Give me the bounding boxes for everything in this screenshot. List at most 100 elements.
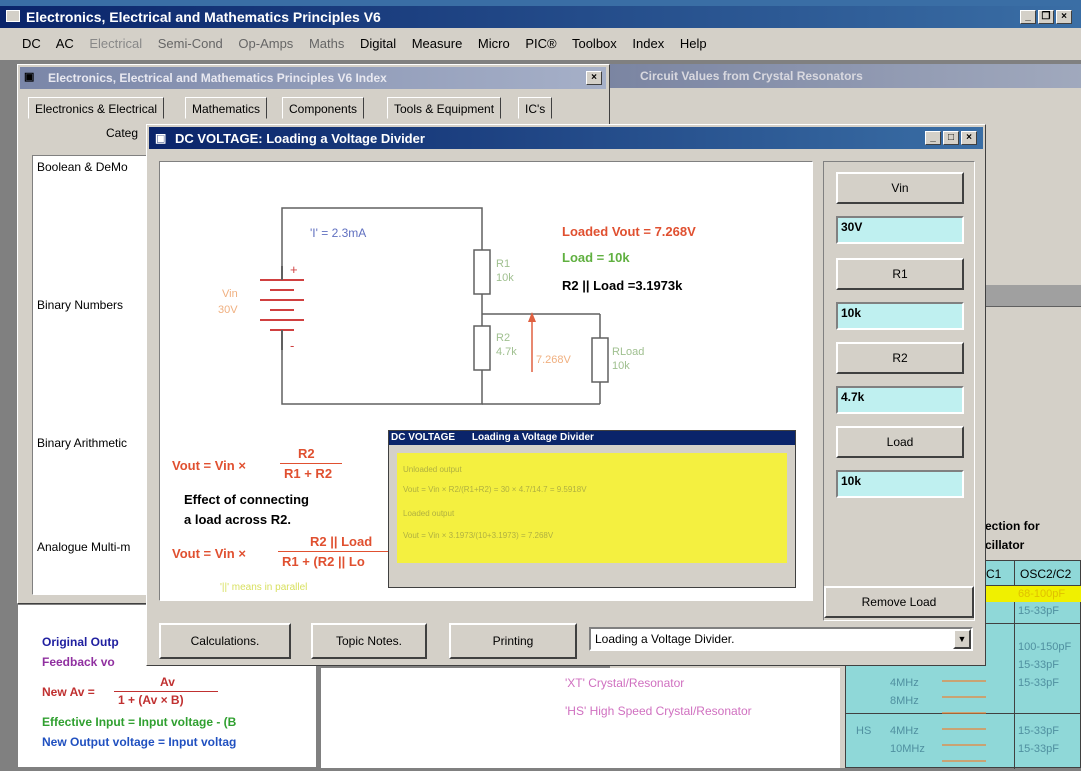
table-cell: HS bbox=[856, 725, 872, 737]
table-header-c1: C1 bbox=[986, 567, 1002, 581]
effect-text-2: a load across R2. bbox=[184, 512, 291, 527]
load-result: Load = 10k bbox=[562, 250, 630, 265]
r1-field[interactable]: 10k bbox=[836, 302, 964, 330]
table-cell: 4MHz bbox=[890, 725, 919, 737]
battery-minus: - bbox=[290, 338, 294, 353]
tab-mathematics[interactable]: Mathematics bbox=[185, 97, 268, 119]
r2-button[interactable]: R2 bbox=[836, 342, 964, 374]
menu-electrical[interactable]: Electrical bbox=[89, 36, 142, 51]
load-field[interactable]: 10k bbox=[836, 470, 964, 498]
new-output-voltage-text: New Output voltage = Input voltag bbox=[42, 735, 237, 749]
menu-measure[interactable]: Measure bbox=[412, 36, 463, 51]
table-cell: 15-33pF bbox=[1018, 677, 1059, 689]
mini-line: Vout = Vin × 3.1973/(10+3.1973) = 7.268V bbox=[403, 531, 554, 540]
table-cell: 15-33pF bbox=[1018, 605, 1059, 617]
list-item[interactable]: Boolean & DeMo bbox=[37, 160, 128, 174]
dc-maximize-icon[interactable]: □ bbox=[943, 131, 959, 145]
restore-icon[interactable]: ❐ bbox=[1038, 10, 1054, 24]
dc-window-icon: ▣ bbox=[155, 131, 167, 145]
dc-window-title-bar: ▣ DC VOLTAGE: Loading a Voltage Divider … bbox=[149, 127, 983, 149]
formula1-den: R1 + R2 bbox=[284, 466, 333, 481]
table-caption-2: cillator bbox=[985, 538, 1025, 552]
dc-minimize-icon[interactable]: _ bbox=[925, 131, 941, 145]
tab-electronics-electrical[interactable]: Electronics & Electrical bbox=[28, 97, 165, 119]
table-caption-1: ection for bbox=[985, 519, 1040, 533]
topic-dropdown[interactable]: Loading a Voltage Divider. ▼ bbox=[589, 627, 973, 651]
app-icon bbox=[6, 10, 20, 22]
vout-mid-label: 7.268V bbox=[536, 354, 571, 366]
table-cell: 8MHz bbox=[890, 695, 919, 707]
formula1-lhs: Vout = Vin × bbox=[172, 458, 246, 473]
r2-field[interactable]: 4.7k bbox=[836, 386, 964, 414]
r2-value: 4.7k bbox=[496, 346, 517, 358]
menu-toolbox[interactable]: Toolbox bbox=[572, 36, 617, 51]
menu-micro[interactable]: Micro bbox=[478, 36, 510, 51]
r2-label: R2 bbox=[496, 332, 511, 344]
app-title: Electronics, Electrical and Mathematics … bbox=[26, 9, 381, 25]
table-cell: 68-100pF bbox=[1018, 588, 1066, 600]
table-cell: 15-33pF bbox=[1018, 725, 1059, 737]
formula2-lhs: Vout = Vin × bbox=[172, 546, 246, 561]
menu-ac[interactable]: AC bbox=[56, 36, 74, 51]
menu-help[interactable]: Help bbox=[680, 36, 707, 51]
minimize-icon[interactable]: _ bbox=[1020, 10, 1036, 24]
formula1-num: R2 bbox=[298, 446, 315, 461]
dc-close-icon[interactable]: × bbox=[961, 131, 977, 145]
topic-notes-button[interactable]: Topic Notes. bbox=[311, 623, 427, 659]
calculations-button[interactable]: Calculations. bbox=[159, 623, 291, 659]
table-header-osc2: OSC2/C2 bbox=[1020, 567, 1072, 581]
av-numerator: Av bbox=[160, 675, 175, 689]
load-button[interactable]: Load bbox=[836, 426, 964, 458]
menu-index[interactable]: Index bbox=[632, 36, 664, 51]
printing-button[interactable]: Printing bbox=[449, 623, 577, 659]
formula2-num: R2 || Load bbox=[310, 534, 373, 549]
mini-line: Loaded output bbox=[403, 509, 455, 518]
category-list: Boolean & DeMo Binary Numbers Binary Ari… bbox=[32, 155, 152, 595]
menu-maths[interactable]: Maths bbox=[309, 36, 344, 51]
parallel-result: R2 || Load =3.1973k bbox=[562, 278, 683, 293]
list-item[interactable]: Analogue Multi-m bbox=[37, 540, 130, 554]
mini-title-a: DC VOLTAGE bbox=[391, 432, 456, 443]
table-cell: 100-150pF bbox=[1018, 641, 1072, 653]
category-label: Categ bbox=[106, 126, 139, 140]
control-panel: Vin 30V R1 10k R2 4.7k Load 10k Remove L… bbox=[823, 161, 975, 621]
index-close-icon[interactable]: × bbox=[586, 71, 602, 85]
rload-label: RLoad bbox=[612, 346, 645, 358]
chevron-down-icon[interactable]: ▼ bbox=[953, 629, 971, 649]
tab-ics[interactable]: IC's bbox=[518, 97, 553, 119]
menu-semi-cond[interactable]: Semi-Cond bbox=[158, 36, 223, 51]
dc-window-title: DC VOLTAGE: Loading a Voltage Divider bbox=[175, 131, 425, 146]
close-icon[interactable]: × bbox=[1056, 10, 1072, 24]
current-label: 'I' = 2.3mA bbox=[310, 226, 367, 240]
formula2-den: R1 + (R2 || Lo bbox=[282, 554, 365, 569]
effective-input-text: Effective Input = Input voltage - (B bbox=[42, 715, 237, 729]
menu-pic[interactable]: PIC® bbox=[525, 36, 556, 51]
effect-text-1: Effect of connecting bbox=[184, 492, 309, 507]
vin-value: 30V bbox=[218, 304, 238, 316]
menu-dc[interactable]: DC bbox=[22, 36, 41, 51]
vin-field[interactable]: 30V bbox=[836, 216, 964, 244]
remove-load-button[interactable]: Remove Load bbox=[824, 586, 974, 618]
index-window-title-bar: ▣ Electronics, Electrical and Mathematic… bbox=[20, 67, 606, 89]
tab-tools-equipment[interactable]: Tools & Equipment bbox=[387, 97, 502, 119]
index-window-title: Electronics, Electrical and Mathematics … bbox=[48, 71, 387, 85]
mini-window-content: Unloaded output Vout = Vin × R2/(R1+R2) … bbox=[397, 453, 787, 563]
r1-button[interactable]: R1 bbox=[836, 258, 964, 290]
index-window-icon: ▣ bbox=[24, 71, 35, 83]
menu-bar: DC AC Electrical Semi-Cond Op-Amps Maths… bbox=[0, 28, 1081, 60]
vin-label: Vin bbox=[222, 288, 238, 300]
feedback-voltage-text: Feedback vo bbox=[42, 655, 115, 669]
xt-resonator-text: 'XT' Crystal/Resonator bbox=[565, 676, 685, 690]
app-title-bar: Electronics, Electrical and Mathematics … bbox=[0, 6, 1081, 28]
menu-digital[interactable]: Digital bbox=[360, 36, 396, 51]
index-tabs: Electronics & Electrical Mathematics Com… bbox=[28, 97, 598, 121]
vin-button[interactable]: Vin bbox=[836, 172, 964, 204]
list-item[interactable]: Binary Numbers bbox=[37, 298, 123, 312]
table-cell: 15-33pF bbox=[1018, 743, 1059, 755]
parallel-footnote: '||' means in parallel bbox=[220, 582, 308, 593]
list-item[interactable]: Binary Arithmetic bbox=[37, 436, 127, 450]
crystal-window-strip bbox=[980, 285, 1081, 307]
tab-components[interactable]: Components bbox=[282, 97, 365, 119]
dc-voltage-window: ▣ DC VOLTAGE: Loading a Voltage Divider … bbox=[146, 124, 986, 666]
menu-op-amps[interactable]: Op-Amps bbox=[238, 36, 293, 51]
